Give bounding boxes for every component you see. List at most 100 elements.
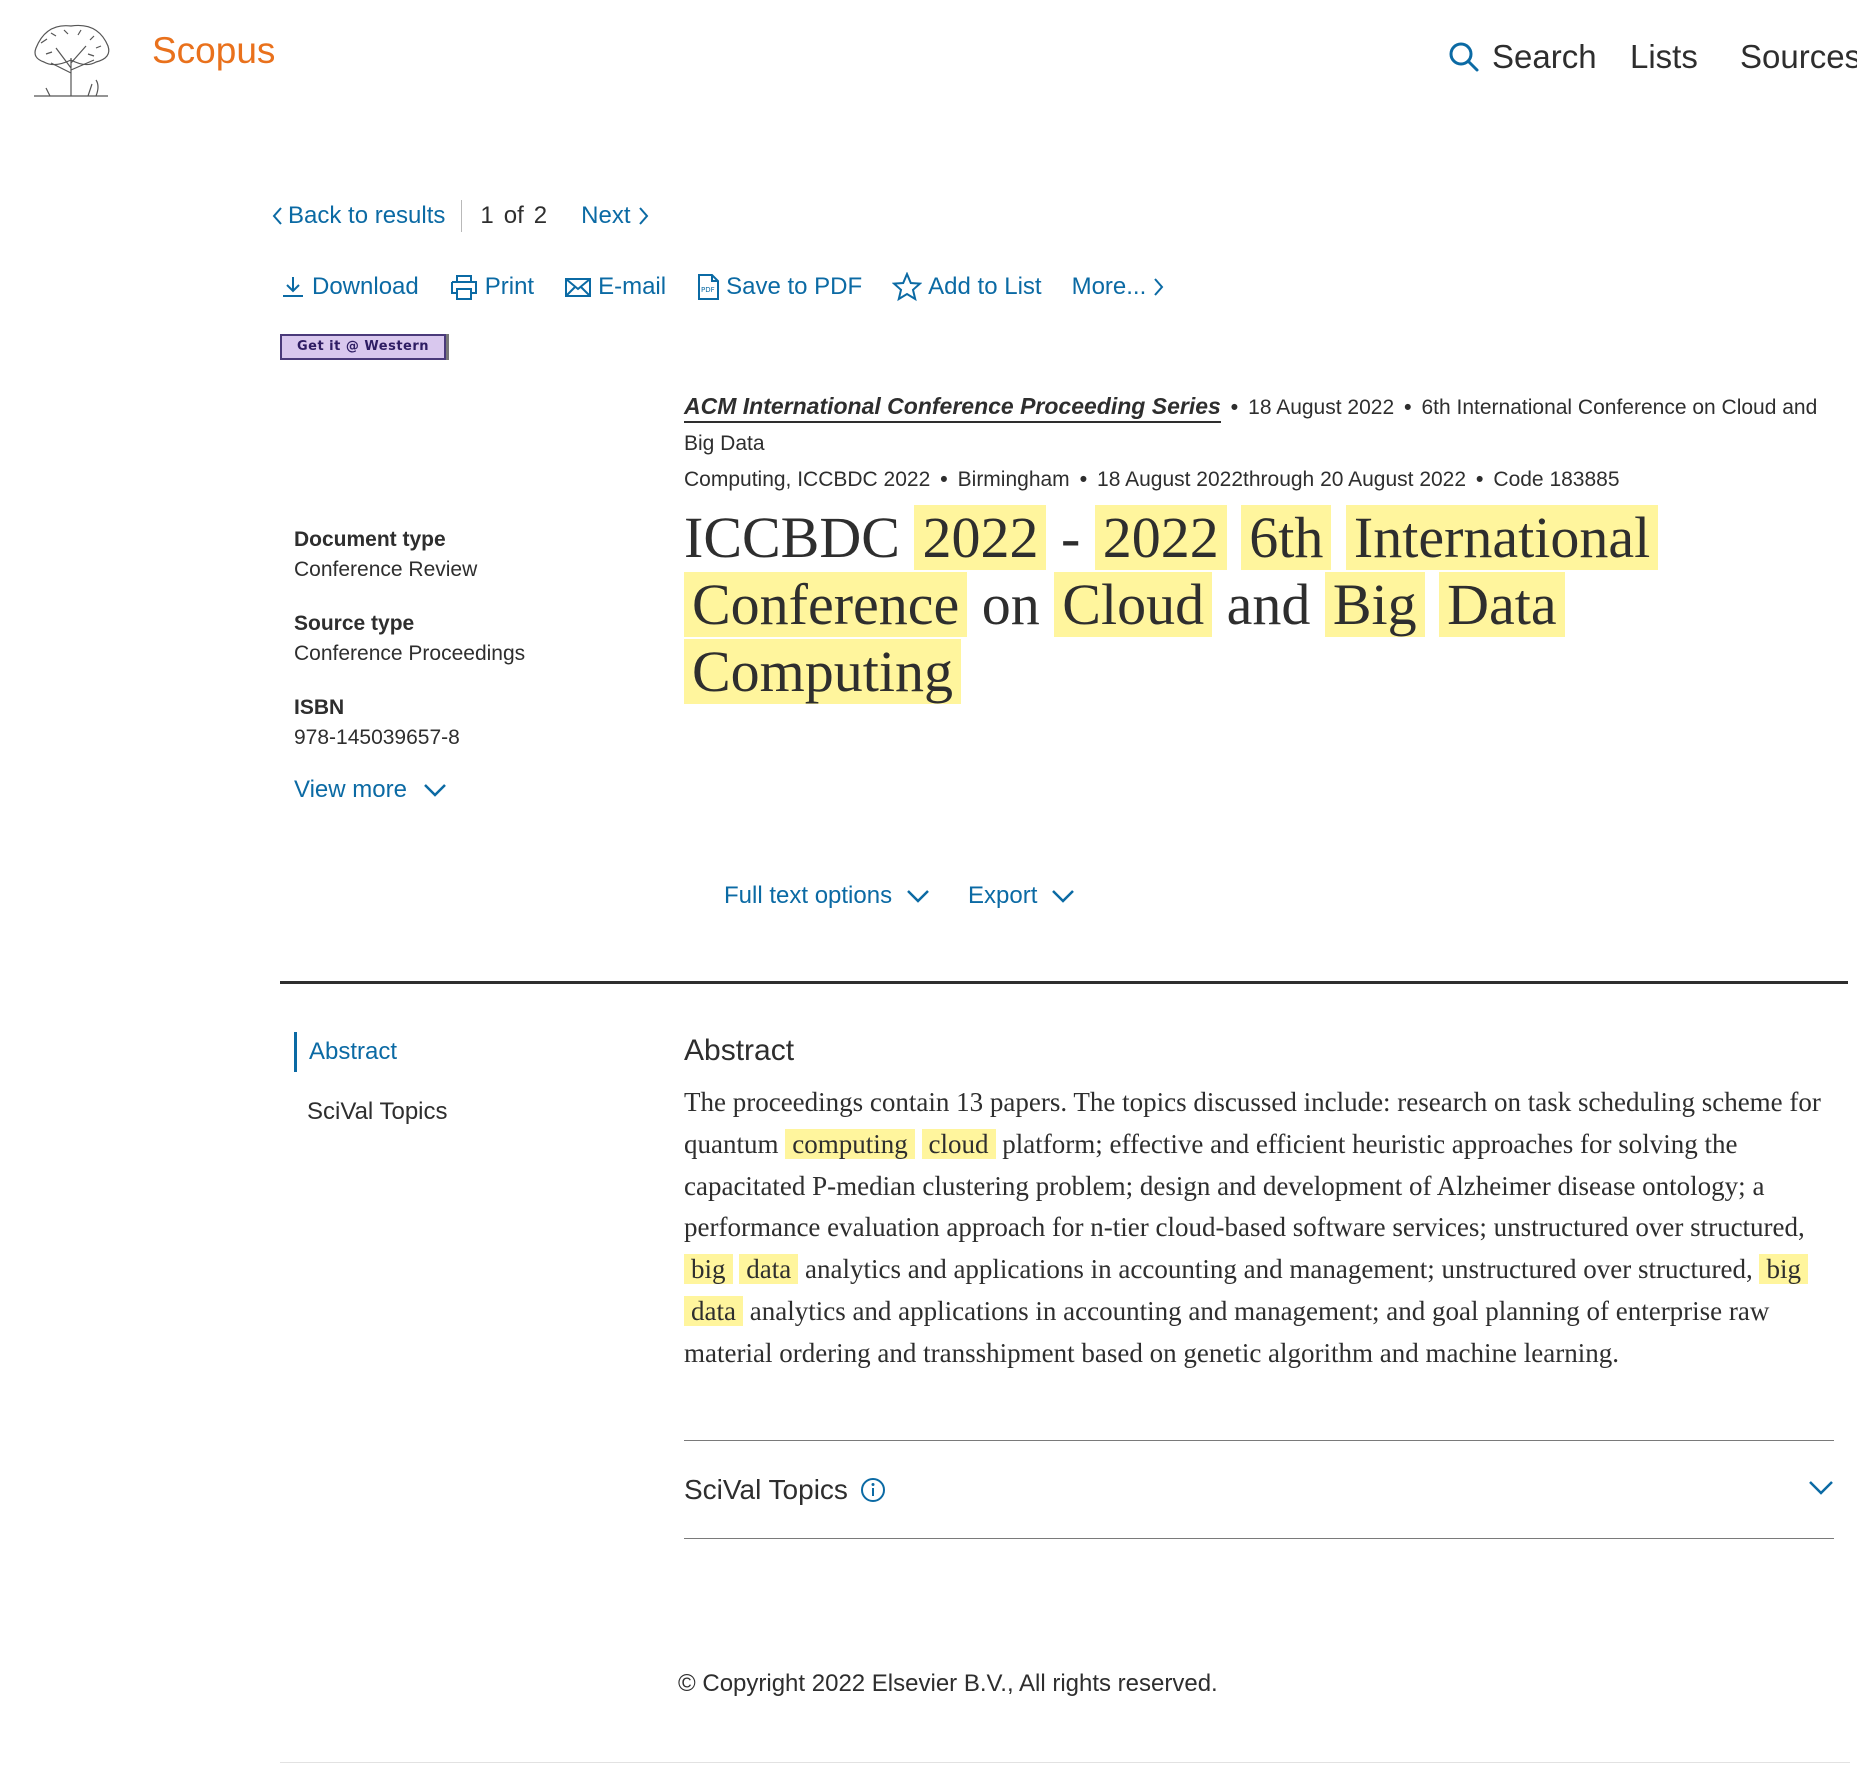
abstract-text: analytics and applications in accounting…	[684, 1295, 1770, 1368]
info-icon[interactable]	[860, 1477, 886, 1503]
elsevier-tree-icon	[34, 24, 110, 97]
next-result-link[interactable]: Next	[581, 202, 650, 230]
export-button[interactable]: Export	[968, 882, 1075, 910]
title-highlight: 6th	[1241, 505, 1332, 570]
back-to-results-label: Back to results	[288, 202, 446, 229]
source-type-value: Conference Proceedings	[294, 642, 526, 665]
document-type-label: Document type	[294, 528, 446, 551]
copyright-text: Copyright 2022 Elsevier B.V., All rights…	[702, 1670, 1218, 1697]
pdf-file-icon: PDF	[698, 274, 720, 300]
title-highlight: 2022	[914, 505, 1047, 570]
footer-divider	[280, 1762, 1850, 1763]
title-highlight: 2022	[1094, 505, 1227, 570]
source-date: 18 August 2022	[1248, 396, 1395, 419]
star-icon	[892, 272, 923, 302]
scopus-brand[interactable]: Scopus	[152, 30, 275, 72]
more-label: More...	[1071, 273, 1147, 300]
abstract-highlight: data	[684, 1295, 743, 1326]
scival-topics-header[interactable]: SciVal Topics	[684, 1474, 886, 1506]
full-text-options-label: Full text options	[724, 882, 893, 909]
title-highlight: Cloud	[1054, 572, 1213, 637]
elsevier-logo[interactable]	[26, 18, 146, 98]
title-word: -	[1060, 505, 1081, 570]
scival-divider-top	[684, 1440, 1834, 1441]
conference-dates: 18 August 2022through 20 August 2022	[1097, 468, 1467, 491]
nav-lists[interactable]: Lists	[1630, 38, 1698, 76]
chevron-down-icon	[1809, 1481, 1833, 1495]
download-icon	[283, 277, 303, 297]
title-word: ICCBDC	[684, 505, 900, 570]
abstract-text: analytics and applications in accounting…	[798, 1254, 1760, 1285]
chevron-right-icon	[1154, 278, 1164, 296]
section-divider	[280, 981, 1848, 984]
scival-divider-bottom	[684, 1538, 1834, 1539]
title-highlight: International	[1345, 505, 1659, 570]
abstract-highlight: data	[739, 1254, 799, 1285]
conference-name-part2: Computing, ICCBDC 2022	[684, 468, 931, 491]
result-counter: 1 of 2	[480, 202, 547, 230]
email-button[interactable]: E-mail	[564, 273, 666, 301]
conference-location: Birmingham	[957, 468, 1070, 491]
print-button[interactable]: Print	[449, 273, 534, 301]
scival-expand-button[interactable]	[1808, 1480, 1834, 1501]
source-type-label: Source type	[294, 612, 415, 635]
copyright-icon: ©	[678, 1670, 696, 1697]
back-to-results-link[interactable]: Back to results	[270, 202, 445, 230]
divider	[461, 200, 463, 232]
chevron-left-icon	[272, 207, 282, 225]
title-highlight: Computing	[684, 639, 962, 704]
print-label: Print	[484, 273, 535, 300]
save-pdf-button[interactable]: PDF Save to PDF	[696, 273, 862, 301]
more-button[interactable]: More...	[1072, 273, 1173, 301]
scival-topics-title: SciVal Topics	[684, 1474, 848, 1505]
document-type-value: Conference Review	[294, 558, 478, 581]
nav-search-label: Search	[1492, 38, 1597, 75]
result-current: 1	[480, 202, 494, 229]
conference-code: Code 183885	[1493, 468, 1620, 491]
envelope-icon	[565, 278, 592, 297]
svg-text:PDF: PDF	[701, 286, 715, 294]
abstract-highlight: big	[684, 1254, 733, 1285]
chevron-down-icon	[1052, 890, 1075, 903]
title-highlight: Big	[1324, 572, 1425, 637]
section-nav-abstract[interactable]: Abstract	[294, 1032, 397, 1072]
add-to-list-label: Add to List	[928, 273, 1042, 300]
result-navigation: Back to results 1 of 2 Next	[270, 200, 651, 232]
view-more-button[interactable]: View more	[294, 776, 447, 804]
title-highlight: Data	[1439, 572, 1565, 637]
document-toolbar: Download Print E-mail PDF Save to PDF Ad…	[280, 272, 1202, 302]
section-nav-scival[interactable]: SciVal Topics	[307, 1098, 448, 1126]
document-title: ICCBDC 2022 - 2022 6th International Con…	[684, 504, 1854, 705]
series-link[interactable]: ACM International Conference Proceeding …	[684, 393, 1221, 423]
view-more-label: View more	[294, 776, 407, 803]
title-word: and	[1226, 572, 1311, 637]
document-metadata: Document type Conference Review Source t…	[294, 528, 525, 780]
export-label: Export	[968, 882, 1038, 909]
abstract-highlight: cloud	[921, 1128, 996, 1159]
source-info: ACM International Conference Proceeding …	[684, 393, 1818, 491]
chevron-down-icon	[424, 784, 446, 797]
get-it-western-button[interactable]: Get it @ Western	[280, 334, 446, 360]
nav-search[interactable]: Search	[1448, 38, 1597, 76]
nav-sources[interactable]: Sources	[1740, 38, 1857, 76]
add-to-list-button[interactable]: Add to List	[892, 272, 1042, 302]
abstract-heading: Abstract	[684, 1034, 795, 1067]
download-button[interactable]: Download	[280, 273, 419, 301]
full-text-options-button[interactable]: Full text options	[724, 882, 930, 910]
result-of: of	[503, 202, 524, 229]
save-pdf-label: Save to PDF	[726, 273, 863, 300]
chevron-down-icon	[907, 890, 929, 903]
email-label: E-mail	[598, 273, 667, 300]
abstract-highlight: computing	[785, 1128, 915, 1159]
title-word: on	[981, 572, 1040, 637]
isbn-label: ISBN	[294, 696, 345, 719]
download-label: Download	[312, 273, 419, 300]
chevron-right-icon	[638, 207, 648, 225]
result-total: 2	[533, 202, 548, 229]
isbn-value: 978-145039657-8	[294, 726, 460, 749]
next-label: Next	[581, 202, 631, 229]
search-icon	[1449, 42, 1479, 72]
copyright-notice: © Copyright 2022 Elsevier B.V., All righ…	[678, 1670, 1218, 1698]
abstract-highlight: big	[1759, 1254, 1808, 1285]
title-highlight: Conference	[684, 572, 968, 637]
